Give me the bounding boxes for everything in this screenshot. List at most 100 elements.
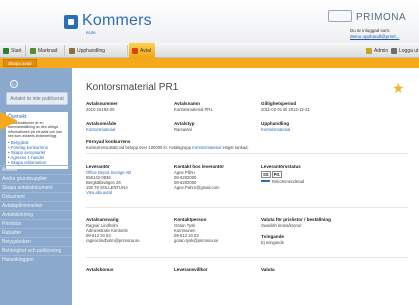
side-nav: Artiklar Andra grundsupplier Skapa avtal… bbox=[0, 165, 72, 264]
logout-icon bbox=[391, 47, 397, 54]
contract-number: Avtalsnummer 2010-10184-00 bbox=[86, 101, 118, 112]
section-divider bbox=[86, 207, 408, 208]
binding: Tvingande Ej tvingande bbox=[261, 234, 284, 245]
validity-period-value: 2011-02-01 till 2013-12-31 bbox=[261, 106, 310, 112]
logout-label: Logga ut bbox=[399, 47, 419, 54]
favorite-star-icon[interactable]: ★ bbox=[392, 80, 405, 97]
nav-item-dokument[interactable]: Dokument bbox=[0, 192, 72, 201]
main-toolbar: Start Marknad Upphandling Avtal Admin Lo… bbox=[0, 43, 419, 58]
nav-item-artiklar[interactable]: Artiklar bbox=[0, 165, 72, 174]
validity-period: Giltighetsperiod 2011-02-01 till 2013-12… bbox=[261, 101, 310, 112]
contract-bonus: Avtalsbonus bbox=[86, 267, 113, 273]
binding-label: Tvingande bbox=[261, 234, 284, 239]
currency-label: Valuta bbox=[261, 267, 275, 272]
competition-text-before: Konkurrensutsätt vid belopp över 100000 … bbox=[86, 144, 191, 150]
recommended-indicator-icon bbox=[261, 180, 270, 183]
contract-type: Avtalstyp Ramavtal bbox=[174, 121, 195, 132]
tab-upphandling-label: Upphandling bbox=[77, 47, 106, 54]
contract-type-label: Avtalstyp bbox=[174, 121, 195, 126]
nav-item-prislistor[interactable]: Prislistor bbox=[0, 219, 72, 228]
competition-text-after: Högst rankad. bbox=[222, 144, 249, 150]
contract-name: Avtalsnamn Kontorsmaterial PR1 bbox=[174, 101, 213, 112]
tab-avtal[interactable]: Avtal bbox=[132, 46, 151, 55]
toolbar-divider bbox=[127, 45, 128, 56]
kommers-logo-icon bbox=[64, 15, 78, 29]
nav-item-betygsboken[interactable]: Betygsboken bbox=[0, 237, 72, 246]
section-divider bbox=[86, 153, 408, 154]
contract-type-value: Ramavtal bbox=[174, 126, 192, 132]
start-icon bbox=[3, 47, 9, 54]
currency-order-label: Valuta för prislistor / beställning bbox=[261, 217, 331, 222]
login-info: Du är inloggad som: demo.upphandl@primf.… bbox=[350, 28, 399, 40]
action-strip: Skapa avtal bbox=[0, 58, 419, 68]
contract-number-value: 2010-10184-00 bbox=[86, 106, 115, 112]
supplier-contact: Kontakt hos leverantör Agne Påhn 08-6202… bbox=[174, 164, 224, 190]
admin-label: Admin bbox=[374, 47, 389, 54]
delivery-terms: Leveransvillkor bbox=[174, 267, 208, 273]
recommended-status: Rekommenderad bbox=[261, 179, 304, 184]
currency-order-value: Swedish krona/kronor bbox=[261, 222, 302, 228]
tab-avtal-label: Avtal bbox=[140, 47, 152, 54]
nav-item-rabatter[interactable]: Rabatter bbox=[0, 228, 72, 237]
logout-button[interactable]: Logga ut bbox=[391, 46, 418, 55]
status-box: PG bbox=[271, 170, 282, 178]
tab-upphandling[interactable]: Upphandling bbox=[69, 46, 105, 55]
supplier-contact-line: Agne.Pahrn@gmail.com bbox=[174, 184, 220, 190]
contract-icon bbox=[132, 47, 138, 54]
nav-item-skapa-avtalsdokument[interactable]: Skapa avtalsdokument bbox=[0, 183, 72, 192]
toolbar-divider bbox=[25, 45, 26, 56]
procurement-icon bbox=[69, 47, 75, 54]
nav-item-avtalsbokning[interactable]: Avtalsbokning bbox=[0, 210, 72, 219]
delivery-terms-label: Leveransvillkor bbox=[174, 267, 208, 272]
contract-area: Avtalsområde Kontorsmaterial bbox=[86, 121, 116, 132]
admin-icon bbox=[366, 47, 372, 54]
tab-start[interactable]: Start bbox=[3, 46, 22, 55]
competition-group-link[interactable]: Kontorsmaterial bbox=[192, 145, 221, 150]
contract-manager: Avtalsansvarig Ragnar Lindholm Administr… bbox=[86, 217, 140, 243]
procurement: Upphandling Kontorsmaterial bbox=[261, 121, 290, 132]
primona-logo-icon bbox=[328, 10, 352, 22]
tab-start-label: Start bbox=[11, 47, 22, 54]
supplier-line: 192 79 SOLLENTUNA bbox=[86, 184, 128, 190]
supplier-contact-label: Kontakt hos leverantör bbox=[174, 164, 225, 169]
section-pointer bbox=[0, 112, 18, 130]
contract-area-label: Avtalsområde bbox=[86, 121, 117, 126]
show-all-contracts-link[interactable]: Visa alla avtal bbox=[86, 190, 131, 195]
contract-name-value: Kontorsmaterial PR1 bbox=[174, 106, 213, 112]
tab-marknad-label: Marknad bbox=[38, 47, 58, 54]
login-email-link[interactable]: demo.upphandl@primf... bbox=[350, 34, 399, 40]
app-subtitle: eLite bbox=[86, 30, 96, 35]
overview-links: Betygbok Företag konkurrens Skapa avrops… bbox=[8, 140, 66, 165]
page-title: Kontorsmaterial PR1 bbox=[86, 82, 179, 93]
supplier-status-label: Leverantörsstatus bbox=[261, 164, 301, 169]
procurement-link[interactable]: Kontorsmaterial bbox=[261, 127, 290, 132]
renewed-competition-text: Konkurrensutsätt vid belopp över 100000 … bbox=[86, 145, 406, 150]
procurement-label: Upphandling bbox=[261, 121, 290, 126]
renewed-competition: Förnyad konkurrens Konkurrensutsätt vid … bbox=[86, 139, 406, 150]
section-divider bbox=[86, 257, 408, 258]
supplier-name-link[interactable]: Office Depot Sverige AB bbox=[86, 170, 131, 175]
status-boxes: SS PG bbox=[261, 170, 304, 178]
contract-detail: Kontorsmaterial PR1 ★ Avtalsnummer 2010-… bbox=[72, 68, 419, 305]
tab-marknad[interactable]: Marknad bbox=[30, 46, 57, 55]
supplier-status: Leverantörsstatus SS PG Rekommenderad bbox=[261, 164, 304, 184]
currency-order: Valuta för prislistor / beställning Swed… bbox=[261, 217, 331, 228]
app-name: Kommers bbox=[82, 12, 152, 29]
admin-button[interactable]: Admin bbox=[366, 46, 388, 55]
brand-name: PRIMONA bbox=[356, 12, 407, 23]
contract-number-label: Avtalsnummer bbox=[86, 101, 118, 106]
nav-item-grundsupplier[interactable]: Andra grundsupplier bbox=[0, 174, 72, 183]
contract-area-link[interactable]: Kontorsmaterial bbox=[86, 127, 116, 132]
nav-item-avtalspaminnelser[interactable]: Avtalspåminnelser bbox=[0, 201, 72, 210]
left-panel: ← Avtalet är inte publicerat Översikt Av… bbox=[0, 68, 72, 305]
nav-item-behorighet[interactable]: Behörighet och publicering bbox=[0, 246, 72, 255]
currency: Valuta bbox=[261, 267, 275, 273]
contract-bonus-label: Avtalsbonus bbox=[86, 267, 114, 272]
publish-status-button[interactable]: Avtalet är inte publicerat bbox=[6, 92, 68, 105]
market-icon bbox=[30, 47, 36, 54]
nav-item-historikloggen[interactable]: Historikloggen bbox=[0, 255, 72, 264]
binding-value: Ej tvingande bbox=[261, 239, 285, 245]
back-arrow-icon[interactable]: ← bbox=[10, 80, 18, 88]
contract-manager-line: ragnar.lindholm@primona.se bbox=[86, 237, 140, 243]
create-contract-button[interactable]: Skapa avtal bbox=[3, 59, 37, 67]
